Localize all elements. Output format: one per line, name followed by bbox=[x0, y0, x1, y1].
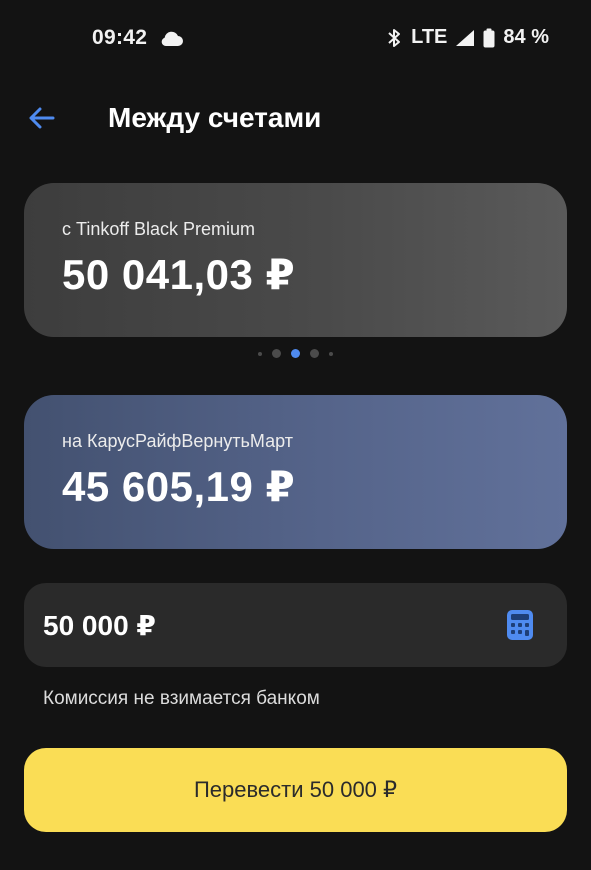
page-title: Между счетами bbox=[108, 102, 322, 133]
calculator-button[interactable] bbox=[503, 608, 537, 642]
battery-icon bbox=[483, 28, 495, 47]
header: Между счетами bbox=[0, 92, 591, 148]
network-type: LTE bbox=[411, 26, 448, 48]
calculator-icon bbox=[507, 610, 533, 640]
status-time: 09:42 bbox=[92, 26, 148, 49]
bluetooth-icon bbox=[388, 28, 401, 47]
carousel-dot-active bbox=[291, 349, 300, 358]
transfer-amount-field[interactable]: 50 000 ₽ bbox=[24, 583, 567, 667]
carousel-dot bbox=[258, 351, 262, 356]
destination-account-label: на КарусРайфВернутьМарт bbox=[62, 431, 293, 451]
carousel-dot bbox=[272, 349, 281, 358]
battery-level: 84 % bbox=[503, 26, 549, 48]
source-account-label: с Tinkoff Black Premium bbox=[62, 219, 256, 239]
status-indicators: LTE 84 % bbox=[387, 26, 549, 49]
source-account-balance: 50 041,03 ₽ bbox=[62, 251, 296, 298]
back-button[interactable] bbox=[22, 98, 62, 138]
destination-account-card[interactable]: на КарусРайфВернутьМарт 45 605,19 ₽ bbox=[24, 395, 567, 549]
account-carousel-indicator bbox=[0, 349, 591, 358]
arrow-left-icon bbox=[29, 107, 55, 129]
source-account-card[interactable]: с Tinkoff Black Premium 50 041,03 ₽ bbox=[24, 183, 567, 337]
commission-note: Комиссия не взимается банком bbox=[43, 688, 320, 709]
cloud-icon bbox=[161, 31, 183, 47]
carousel-dot bbox=[329, 351, 333, 356]
signal-icon bbox=[456, 29, 475, 46]
destination-account-balance: 45 605,19 ₽ bbox=[62, 463, 296, 510]
transfer-button[interactable]: Перевести 50 000 ₽ bbox=[24, 748, 567, 832]
transfer-amount-value[interactable]: 50 000 ₽ bbox=[43, 609, 156, 642]
status-bar: 09:42 LTE 84 % bbox=[0, 0, 591, 78]
carousel-dot bbox=[310, 349, 319, 358]
